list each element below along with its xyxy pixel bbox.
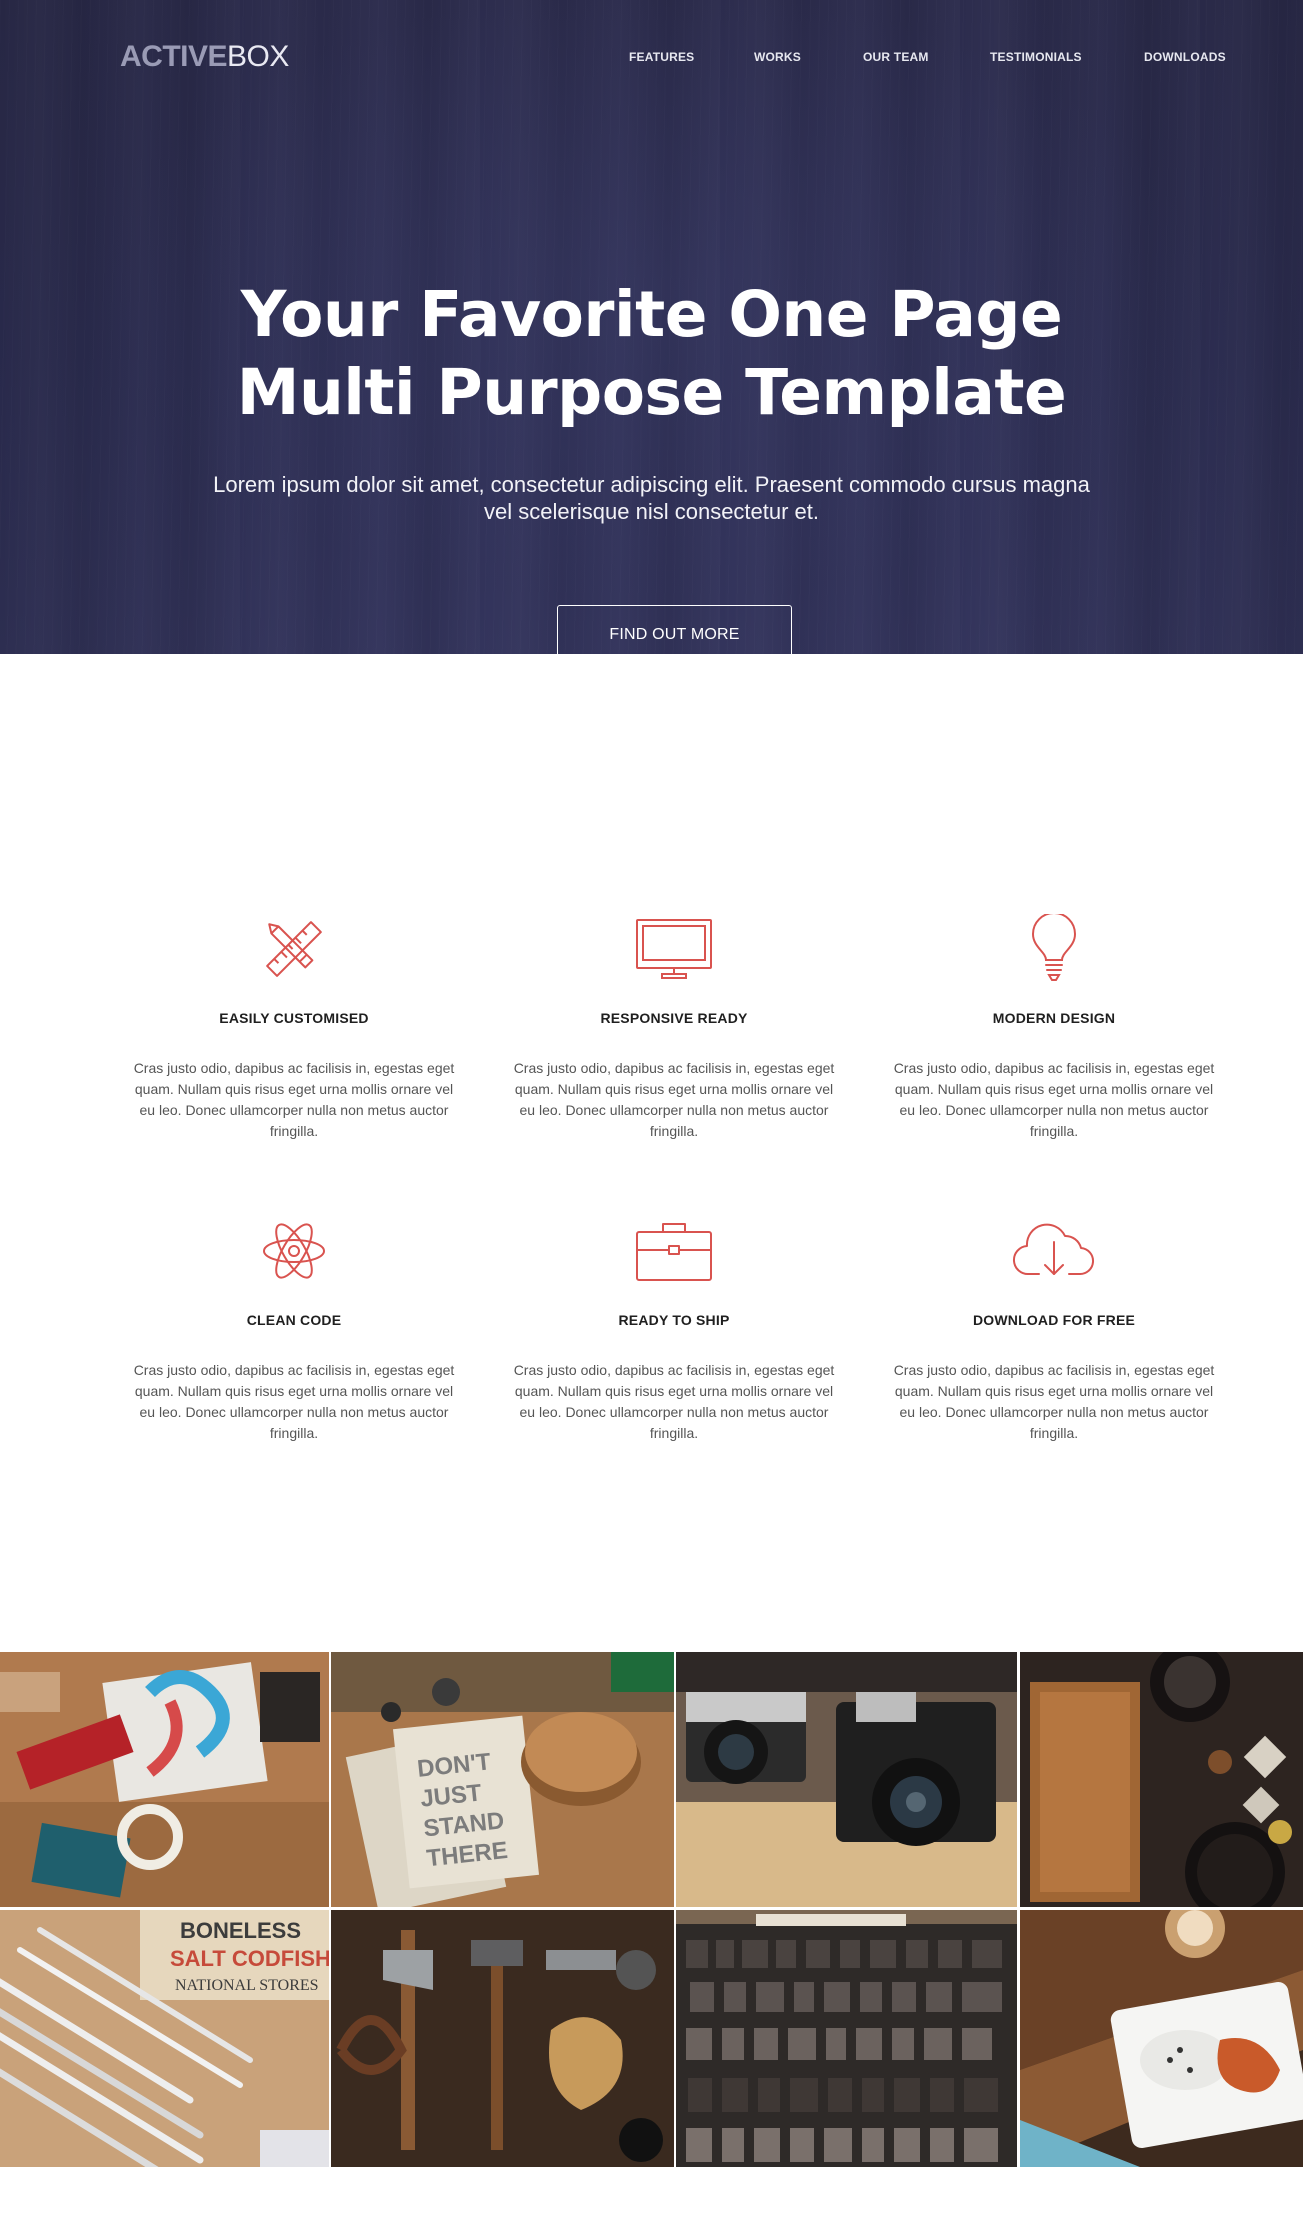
feature-download-for-free: DOWNLOAD FOR FREE Cras justo odio, dapib… bbox=[884, 1216, 1224, 1444]
briefcase-icon bbox=[636, 1223, 712, 1281]
nav-testimonials[interactable]: TESTIMONIALS bbox=[990, 50, 1082, 64]
svg-text:SALT CODFISH: SALT CODFISH bbox=[170, 1946, 329, 1971]
lightbulb-icon bbox=[1031, 914, 1077, 981]
cloud-download-icon bbox=[1012, 1223, 1094, 1276]
feature-title: MODERN DESIGN bbox=[992, 1010, 1116, 1026]
gallery-photo-pencils-sign[interactable]: BONELESS SALT CODFISH NATIONAL STORES bbox=[0, 1910, 329, 2167]
nav-our-team[interactable]: OUR TEAM bbox=[863, 50, 929, 64]
svg-text:NATIONAL STORES: NATIONAL STORES bbox=[175, 1977, 319, 1994]
feature-title: EASILY CUSTOMISED bbox=[219, 1010, 369, 1026]
hero-title-line-2: Multi Purpose Template bbox=[236, 356, 1067, 429]
feature-text: Cras justo odio, dapibus ac facilisis in… bbox=[133, 1060, 455, 1139]
hero-title: Your Favorite One Page Multi Purpose Tem… bbox=[0, 276, 1303, 432]
gallery-photo-cutting-board-spices[interactable] bbox=[1020, 1652, 1303, 1907]
feature-text: Cras justo odio, dapibus ac facilisis in… bbox=[513, 1060, 835, 1139]
photo-pencils-image: BONELESS SALT CODFISH NATIONAL STORES bbox=[0, 1910, 329, 2167]
feature-easily-customised: EASILY CUSTOMISED Cras justo odio, dapib… bbox=[124, 914, 464, 1142]
feature-text: Cras justo odio, dapibus ac facilisis in… bbox=[893, 1362, 1215, 1441]
photo-design-kit-image bbox=[0, 1652, 329, 1907]
feature-text: Cras justo odio, dapibus ac facilisis in… bbox=[893, 1060, 1215, 1139]
nav-works[interactable]: WORKS bbox=[754, 50, 801, 64]
pencil-ruler-icon bbox=[266, 921, 322, 977]
hero-subtitle: Lorem ipsum dolor sit amet, consectetur … bbox=[213, 472, 1090, 524]
feature-responsive-ready: RESPONSIVE READY Cras justo odio, dapibu… bbox=[504, 914, 844, 1142]
hero-section: ACTIVEBOX FEATURES WORKS OUR TEAM TESTIM… bbox=[0, 0, 1303, 654]
features-section: EASILY CUSTOMISED Cras justo odio, dapib… bbox=[0, 654, 1303, 1652]
gallery-photo-notebooks-coasters[interactable]: DON'T JUST STAND THERE bbox=[331, 1652, 674, 1907]
find-out-more-button[interactable]: FIND OUT MORE bbox=[557, 605, 792, 654]
main-nav: FEATURES WORKS OUR TEAM TESTIMONIALS DOW… bbox=[0, 50, 1303, 70]
gallery-photo-design-kit[interactable] bbox=[0, 1652, 329, 1907]
photo-food-image bbox=[1020, 1910, 1303, 2167]
photo-notebooks-image: DON'T JUST STAND THERE bbox=[331, 1652, 674, 1907]
gallery-photo-vintage-cameras[interactable] bbox=[676, 1652, 1017, 1907]
photo-tools-image bbox=[331, 1910, 674, 2167]
feature-title: RESPONSIVE READY bbox=[600, 1010, 748, 1026]
photo-cameras-image bbox=[676, 1652, 1017, 1907]
gallery-photo-tools[interactable] bbox=[331, 1910, 674, 2167]
nav-features[interactable]: FEATURES bbox=[629, 50, 694, 64]
feature-title: CLEAN CODE bbox=[246, 1312, 342, 1328]
feature-title: READY TO SHIP bbox=[618, 1312, 730, 1328]
atom-icon bbox=[263, 1223, 325, 1279]
feature-text: Cras justo odio, dapibus ac facilisis in… bbox=[133, 1362, 455, 1441]
feature-title: DOWNLOAD FOR FREE bbox=[972, 1312, 1136, 1328]
svg-text:BONELESS: BONELESS bbox=[180, 1918, 301, 1943]
feature-ready-to-ship: READY TO SHIP Cras justo odio, dapibus a… bbox=[504, 1216, 844, 1444]
gallery-photo-letterpress-type[interactable] bbox=[676, 1910, 1017, 2167]
feature-clean-code: CLEAN CODE Cras justo odio, dapibus ac f… bbox=[124, 1216, 464, 1444]
portfolio-gallery: DON'T JUST STAND THERE BONELESS SALT COD… bbox=[0, 1652, 1303, 2167]
photo-letterpress-image bbox=[676, 1910, 1017, 2167]
feature-text: Cras justo odio, dapibus ac facilisis in… bbox=[513, 1362, 835, 1441]
photo-spices-image bbox=[1020, 1652, 1303, 1907]
nav-downloads[interactable]: DOWNLOADS bbox=[1144, 50, 1226, 64]
monitor-icon bbox=[636, 919, 712, 979]
feature-modern-design: MODERN DESIGN Cras justo odio, dapibus a… bbox=[884, 914, 1224, 1142]
hero-title-line-1: Your Favorite One Page bbox=[240, 278, 1063, 351]
gallery-photo-food-plate[interactable] bbox=[1020, 1910, 1303, 2167]
